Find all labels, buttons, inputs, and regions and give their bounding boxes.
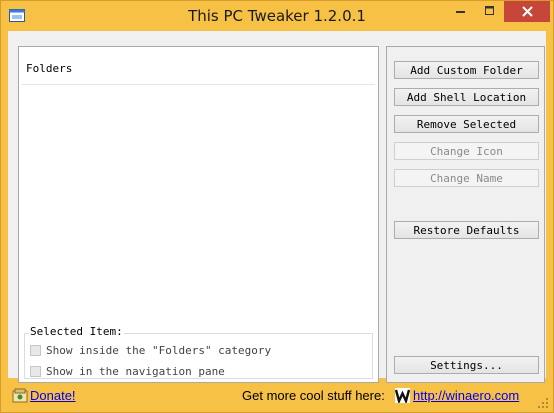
- resize-grip-icon[interactable]: [537, 397, 549, 409]
- maximize-icon: [485, 6, 494, 15]
- winaero-logo-icon[interactable]: [395, 388, 410, 403]
- more-stuff-text: Get more cool stuff here:: [242, 388, 385, 403]
- change-name-button[interactable]: Change Name: [394, 169, 539, 187]
- show-in-nav-pane-option[interactable]: Show in the navigation pane: [30, 364, 225, 378]
- show-in-nav-pane-checkbox[interactable]: [30, 365, 41, 377]
- show-in-folders-checkbox[interactable]: [30, 344, 41, 356]
- close-icon: [521, 6, 533, 17]
- add-shell-location-button[interactable]: Add Shell Location: [394, 88, 539, 106]
- minimize-button[interactable]: [446, 1, 476, 21]
- title-bar[interactable]: This PC Tweaker 1.2.0.1: [1, 1, 553, 31]
- add-custom-folder-button[interactable]: Add Custom Folder: [394, 61, 539, 79]
- folders-list[interactable]: Folders Selected Item: Show inside the "…: [18, 46, 379, 383]
- list-header-divider: [22, 84, 375, 85]
- minimize-icon: [456, 11, 465, 13]
- show-in-nav-pane-label: Show in the navigation pane: [46, 364, 225, 378]
- winaero-site-link[interactable]: http://winaero.com: [413, 388, 519, 403]
- remove-selected-button[interactable]: Remove Selected: [394, 115, 539, 133]
- close-button[interactable]: [504, 1, 550, 22]
- selected-item-group: Selected Item: Show inside the "Folders"…: [24, 325, 373, 379]
- app-window: This PC Tweaker 1.2.0.1 Folders Selected…: [0, 0, 554, 413]
- actions-panel: Add Custom Folder Add Shell Location Rem…: [386, 46, 545, 383]
- show-in-folders-option[interactable]: Show inside the "Folders" category: [30, 343, 271, 357]
- restore-defaults-button[interactable]: Restore Defaults: [394, 221, 539, 239]
- donate-link[interactable]: Donate!: [30, 388, 76, 403]
- donate-icon: [12, 388, 28, 403]
- change-icon-button[interactable]: Change Icon: [394, 142, 539, 160]
- folders-column-header[interactable]: Folders: [19, 47, 378, 84]
- folders-column-label: Folders: [26, 62, 73, 75]
- client-area: Folders Selected Item: Show inside the "…: [8, 31, 546, 383]
- settings-button[interactable]: Settings...: [394, 356, 539, 374]
- show-in-folders-label: Show inside the "Folders" category: [46, 343, 272, 357]
- footer-bar: Donate! Get more cool stuff here: http:/…: [1, 379, 553, 412]
- maximize-button[interactable]: [476, 1, 504, 21]
- selected-item-legend: Selected Item:: [29, 325, 124, 338]
